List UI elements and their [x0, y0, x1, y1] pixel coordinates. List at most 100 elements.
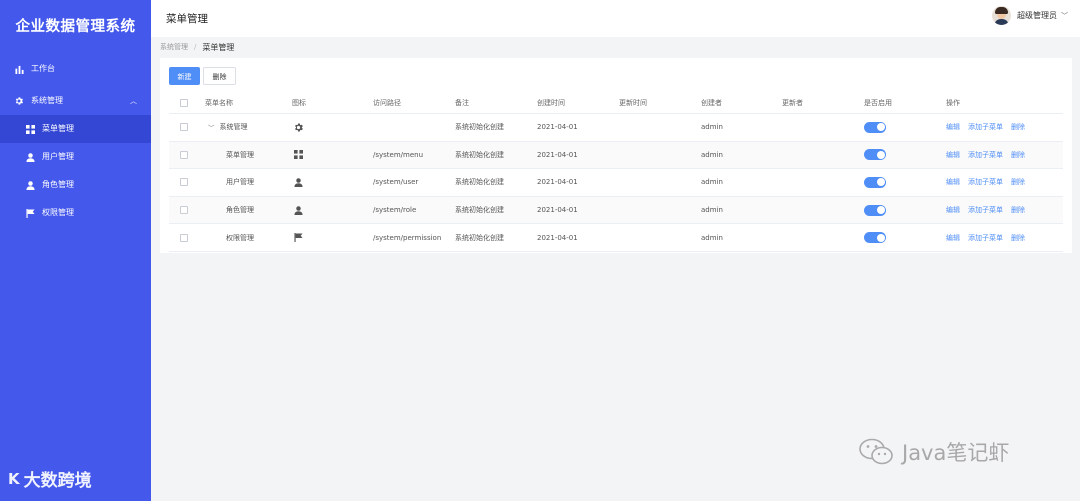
menu-name: 用户管理 — [226, 178, 254, 187]
sidebar-item-label: 用户管理 — [42, 152, 74, 161]
sidebar-item-system[interactable]: 系统管理 ︿ — [0, 87, 151, 115]
creator: admin — [701, 123, 723, 132]
menu-name: 系统管理 — [219, 123, 248, 132]
watermark-text: Java笔记虾 — [902, 441, 1010, 465]
row-checkbox[interactable] — [180, 169, 188, 196]
grid-icon — [24, 123, 36, 135]
column-header: 菜单名称 — [205, 98, 233, 107]
column-header: 创建者 — [701, 98, 722, 107]
enabled-toggle[interactable] — [864, 142, 886, 169]
column-header: 创建时间 — [537, 98, 565, 107]
bar-chart-icon — [13, 63, 25, 75]
enabled-toggle[interactable] — [864, 197, 886, 224]
watermark-logo-mark: K — [8, 469, 20, 488]
delete-link[interactable]: 删除 — [1011, 177, 1025, 187]
menu-remark: 系统初始化创建 — [455, 206, 504, 215]
wechat-icon — [859, 438, 893, 465]
menu-remark: 系统初始化创建 — [455, 233, 504, 242]
add-child-menu-link[interactable]: 添加子菜单 — [968, 122, 1003, 132]
menu-name: 菜单管理 — [226, 150, 254, 159]
gear-icon — [13, 95, 25, 107]
creator: admin — [701, 233, 723, 242]
chevron-down-icon[interactable]: ﹀ — [208, 122, 215, 132]
table-header-row: 菜单名称 图标 访问路径 备注 创建时间 更新时间 创建者 更新者 是否启用 操… — [169, 92, 1063, 114]
column-header: 是否启用 — [864, 98, 892, 107]
delete-link[interactable]: 删除 — [1011, 122, 1025, 132]
delete-link[interactable]: 删除 — [1011, 205, 1025, 215]
delete-button[interactable]: 删除 — [203, 67, 236, 85]
column-header: 更新时间 — [619, 98, 647, 107]
watermark-text: 大数跨境 — [23, 471, 92, 491]
menu-remark: 系统初始化创建 — [455, 150, 504, 159]
breadcrumb-separator: / — [194, 43, 197, 51]
column-header: 备注 — [455, 98, 469, 107]
edit-link[interactable]: 编辑 — [946, 177, 960, 187]
edit-link[interactable]: 编辑 — [946, 150, 960, 160]
sidebar: 企业数据管理系统 工作台 系统管理 ︿ 菜单管理 用户管理 角色管理 权限管理 … — [0, 0, 151, 501]
gear-icon — [292, 121, 304, 133]
breadcrumb: 系统管理 / 菜单管理 — [160, 40, 234, 54]
toolbar: 新建 删除 — [169, 67, 236, 85]
user-icon — [24, 151, 36, 163]
user-menu[interactable]: 超级管理员 ﹀ — [992, 6, 1068, 25]
breadcrumb-current: 菜单管理 — [202, 42, 235, 52]
edit-link[interactable]: 编辑 — [946, 205, 960, 215]
menu-path: /system/permission — [373, 233, 442, 242]
menu-remark: 系统初始化创建 — [455, 178, 504, 187]
sidebar-item-menu-management[interactable]: 菜单管理 — [0, 115, 151, 143]
delete-link[interactable]: 删除 — [1011, 233, 1025, 243]
creator: admin — [701, 178, 723, 187]
row-checkbox[interactable] — [180, 197, 188, 224]
created-time: 2021-04-01 — [537, 178, 578, 187]
page-title: 菜单管理 — [166, 13, 208, 25]
select-all-checkbox[interactable] — [180, 92, 188, 113]
enabled-toggle[interactable] — [864, 169, 886, 196]
column-header: 操作 — [946, 98, 960, 107]
sidebar-item-label: 系统管理 — [31, 96, 63, 105]
add-child-menu-link[interactable]: 添加子菜单 — [968, 205, 1003, 215]
table-row[interactable]: 角色管理 /system/role 系统初始化创建 2021-04-01 adm… — [169, 196, 1063, 225]
menu-path: /system/menu — [373, 150, 424, 159]
app-title: 企业数据管理系统 — [15, 19, 136, 35]
sidebar-item-label: 菜单管理 — [42, 124, 74, 133]
column-header: 图标 — [292, 98, 306, 107]
user-icon — [292, 204, 304, 216]
table-row[interactable]: ﹀ 系统管理 系统初始化创建 2021-04-01 admin 编辑 添加子菜单… — [169, 114, 1063, 142]
edit-link[interactable]: 编辑 — [946, 122, 960, 132]
enabled-toggle[interactable] — [864, 114, 886, 141]
enabled-toggle[interactable] — [864, 224, 886, 251]
breadcrumb-parent[interactable]: 系统管理 — [160, 42, 188, 52]
menu-table: 菜单名称 图标 访问路径 备注 创建时间 更新时间 创建者 更新者 是否启用 操… — [169, 92, 1063, 252]
new-button[interactable]: 新建 — [169, 67, 200, 85]
creator: admin — [701, 206, 723, 215]
add-child-menu-link[interactable]: 添加子菜单 — [968, 177, 1003, 187]
menu-name: 角色管理 — [226, 206, 254, 215]
watermark-wechat: Java笔记虾 — [858, 437, 1009, 467]
add-child-menu-link[interactable]: 添加子菜单 — [968, 233, 1003, 243]
sidebar-item-dashboard[interactable]: 工作台 — [0, 55, 151, 83]
add-child-menu-link[interactable]: 添加子菜单 — [968, 150, 1003, 160]
created-time: 2021-04-01 — [537, 150, 578, 159]
sidebar-item-label: 工作台 — [31, 64, 55, 73]
avatar — [992, 6, 1011, 25]
edit-link[interactable]: 编辑 — [946, 233, 960, 243]
header: 菜单管理 超级管理员 ﹀ — [151, 0, 1080, 37]
sidebar-item-role-management[interactable]: 角色管理 — [0, 171, 151, 199]
menu-name: 权限管理 — [226, 233, 254, 242]
row-checkbox[interactable] — [180, 142, 188, 169]
row-checkbox[interactable] — [180, 224, 188, 251]
table-row[interactable]: 菜单管理 /system/menu 系统初始化创建 2021-04-01 adm… — [169, 141, 1063, 170]
chevron-down-icon: ﹀ — [1061, 11, 1068, 20]
table-row[interactable]: 用户管理 /system/user 系统初始化创建 2021-04-01 adm… — [169, 169, 1063, 197]
grid-icon — [292, 149, 304, 161]
user-icon — [292, 176, 304, 188]
sidebar-item-label: 角色管理 — [42, 180, 74, 189]
created-time: 2021-04-01 — [537, 123, 578, 132]
row-checkbox[interactable] — [180, 114, 188, 141]
delete-link[interactable]: 删除 — [1011, 150, 1025, 160]
sidebar-item-permission-management[interactable]: 权限管理 — [0, 199, 151, 227]
table-row[interactable]: 权限管理 /system/permission 系统初始化创建 2021-04-… — [169, 224, 1063, 252]
watermark-logo: K 大数跨境 — [8, 466, 92, 492]
content-panel: 新建 删除 菜单名称 图标 访问路径 备注 创建时间 更新时间 创建者 更新者 … — [160, 58, 1072, 253]
sidebar-item-user-management[interactable]: 用户管理 — [0, 143, 151, 171]
